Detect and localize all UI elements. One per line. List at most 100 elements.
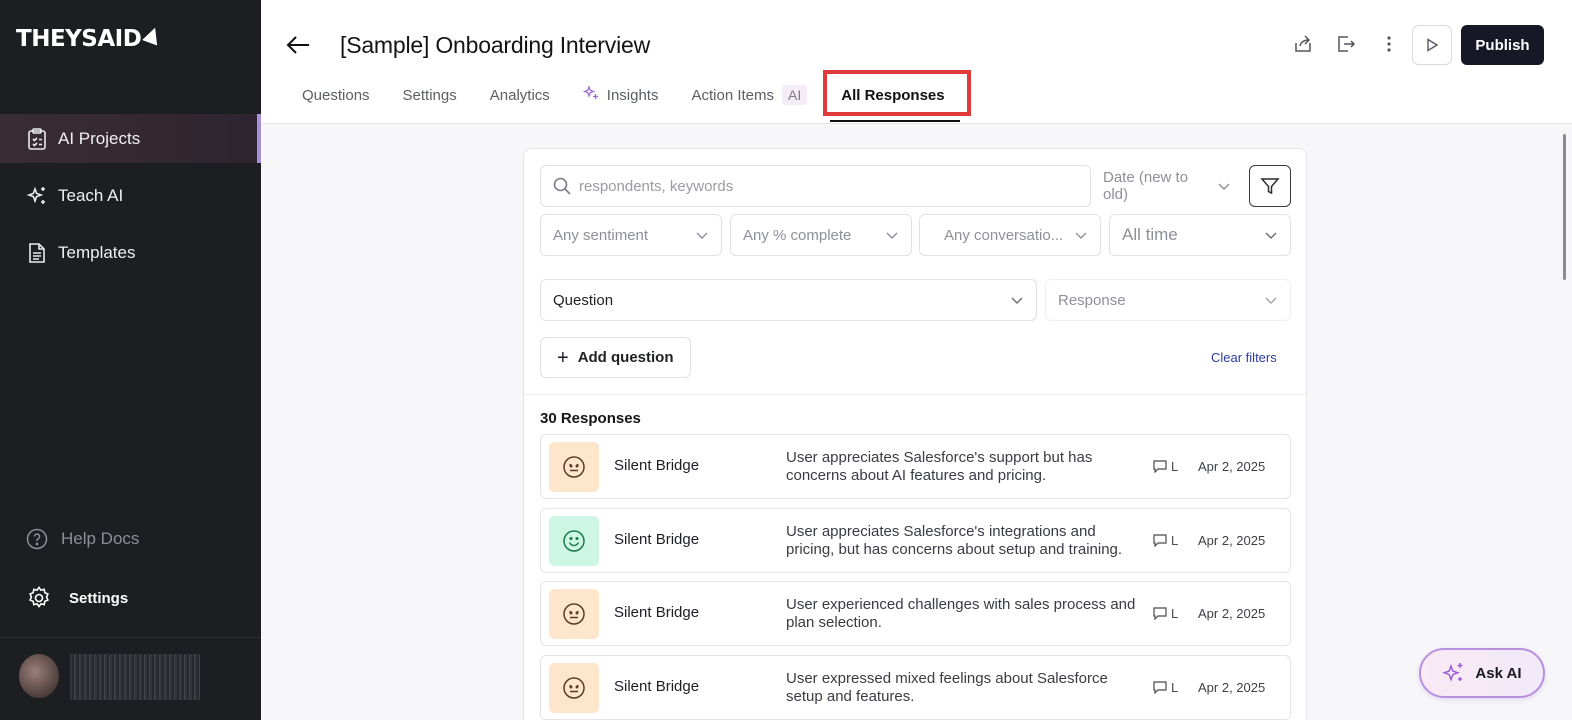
sidebar-item-ai-projects[interactable]: AI Projects [0,114,261,163]
help-docs-link[interactable]: Help Docs [26,528,139,550]
chevron-down-icon [1265,232,1277,239]
response-row[interactable]: Silent Bridge User appreciates Salesforc… [540,507,1291,573]
response-date: Apr 2, 2025 [1198,679,1266,695]
settings-link[interactable]: Settings [26,585,128,611]
sidebar: THEYSAID AI Projects Teach AI Templates … [0,0,261,720]
sidebar-item-teach-ai[interactable]: Teach AI [0,171,261,220]
chevron-down-icon [1075,232,1087,239]
search-box[interactable] [540,165,1091,207]
export-icon[interactable] [1335,33,1357,55]
chat-bubble-icon [1153,680,1167,694]
complete-select[interactable]: Any % complete [730,214,912,256]
channel-indicator: L [1153,533,1178,548]
respondent-name: Silent Bridge [614,457,700,474]
sentiment-select[interactable]: Any sentiment [540,214,722,256]
channel-indicator: L [1153,680,1178,695]
clipboard-icon [26,127,48,150]
response-date: Apr 2, 2025 [1198,532,1266,548]
filter-button[interactable] [1249,165,1291,207]
respondent-name: Silent Bridge [614,677,700,695]
chat-bubble-icon [1153,460,1167,473]
logo-text: THEYSAID [16,26,142,52]
active-tab-underline [830,120,960,122]
response-value: Response [1058,291,1126,309]
chevron-down-icon [696,232,708,239]
preview-play-button[interactable] [1412,25,1452,65]
clear-filters-link[interactable]: Clear filters [1211,350,1277,365]
play-icon [1427,38,1439,52]
sidebar-item-templates[interactable]: Templates [0,228,261,277]
avatar[interactable] [19,654,59,698]
channel-label: L [1171,459,1179,474]
user-name-redacted [70,654,200,700]
sparkle-icon [1442,663,1463,682]
sidebar-item-label: Teach AI [58,185,124,205]
sort-select[interactable]: Date (new to old) [1091,165,1243,207]
add-question-button[interactable]: + Add question [540,337,691,378]
happy-face-icon [549,515,599,566]
tab-action-items[interactable]: Action Items AI [691,85,808,105]
gear-icon [26,585,52,611]
response-row[interactable]: Silent Bridge User expressed mixed feeli… [540,654,1291,720]
conversation-value: Any conversatio... [944,226,1064,244]
chevron-down-icon [886,232,898,239]
sentiment-value: Any sentiment [553,226,649,244]
neutral-face-icon [549,662,599,713]
chevron-down-icon [1218,183,1230,190]
back-arrow-icon[interactable] [285,32,311,58]
tab-questions[interactable]: Questions [302,85,370,105]
response-row[interactable]: Silent Bridge User appreciates Salesforc… [540,434,1291,499]
neutral-face-icon [549,589,599,639]
share-icon[interactable] [1292,33,1314,55]
chat-bubble-icon [1153,607,1167,620]
theysaid-logo[interactable]: THEYSAID [16,24,163,52]
scrollbar[interactable] [1563,134,1566,280]
respondent-name: Silent Bridge [614,604,700,621]
more-vertical-icon[interactable] [1378,33,1400,55]
sparkle-icon [582,85,599,105]
response-select[interactable]: Response [1045,279,1291,321]
question-circle-icon [26,528,48,550]
question-value: Question [553,291,614,309]
chevron-down-icon [1265,297,1277,304]
chat-bubble-icon [1153,533,1167,547]
page-title: [Sample] Onboarding Interview [340,32,650,58]
sidebar-nav: AI Projects Teach AI Templates [0,114,261,285]
channel-indicator: L [1153,606,1178,621]
tab-insights[interactable]: Insights [582,85,659,105]
response-summary: User expressed mixed feelings about Sale… [786,669,1108,705]
time-select[interactable]: All time [1109,214,1291,256]
document-icon [26,242,48,264]
sidebar-item-label: AI Projects [58,128,141,148]
channel-indicator: L [1153,459,1178,474]
sidebar-divider [0,637,261,638]
header: [Sample] Onboarding Interview Publish Qu… [261,0,1572,124]
time-value: All time [1122,225,1178,244]
tab-label: Questions [302,86,370,104]
question-select[interactable]: Question [540,279,1037,321]
neutral-face-icon [549,442,599,492]
plus-icon: + [557,346,569,369]
filter-icon [1260,178,1280,195]
tab-label: Insights [606,86,659,104]
settings-label: Settings [69,589,129,607]
add-question-label: Add question [577,349,674,366]
active-tab-highlight [823,70,971,116]
tab-analytics[interactable]: Analytics [490,85,550,105]
publish-button[interactable]: Publish [1461,25,1544,65]
search-input[interactable] [579,177,1059,195]
response-date: Apr 2, 2025 [1198,606,1266,621]
respondent-name: Silent Bridge [614,530,700,548]
logo-mark-icon [142,24,163,46]
divider [524,394,1306,395]
responses-panel: Date (new to old) Any sentiment Any % co… [523,148,1307,720]
response-row[interactable]: Silent Bridge User experienced challenge… [540,581,1291,646]
tab-settings[interactable]: Settings [403,85,457,105]
complete-value: Any % complete [743,226,852,244]
sidebar-item-label: Templates [58,242,136,262]
channel-label: L [1171,532,1179,548]
responses-list: Silent Bridge User appreciates Salesforc… [540,434,1291,720]
ask-ai-button[interactable]: Ask AI [1419,648,1545,698]
conversation-select[interactable]: Any conversatio... [919,214,1101,256]
channel-label: L [1171,606,1179,621]
